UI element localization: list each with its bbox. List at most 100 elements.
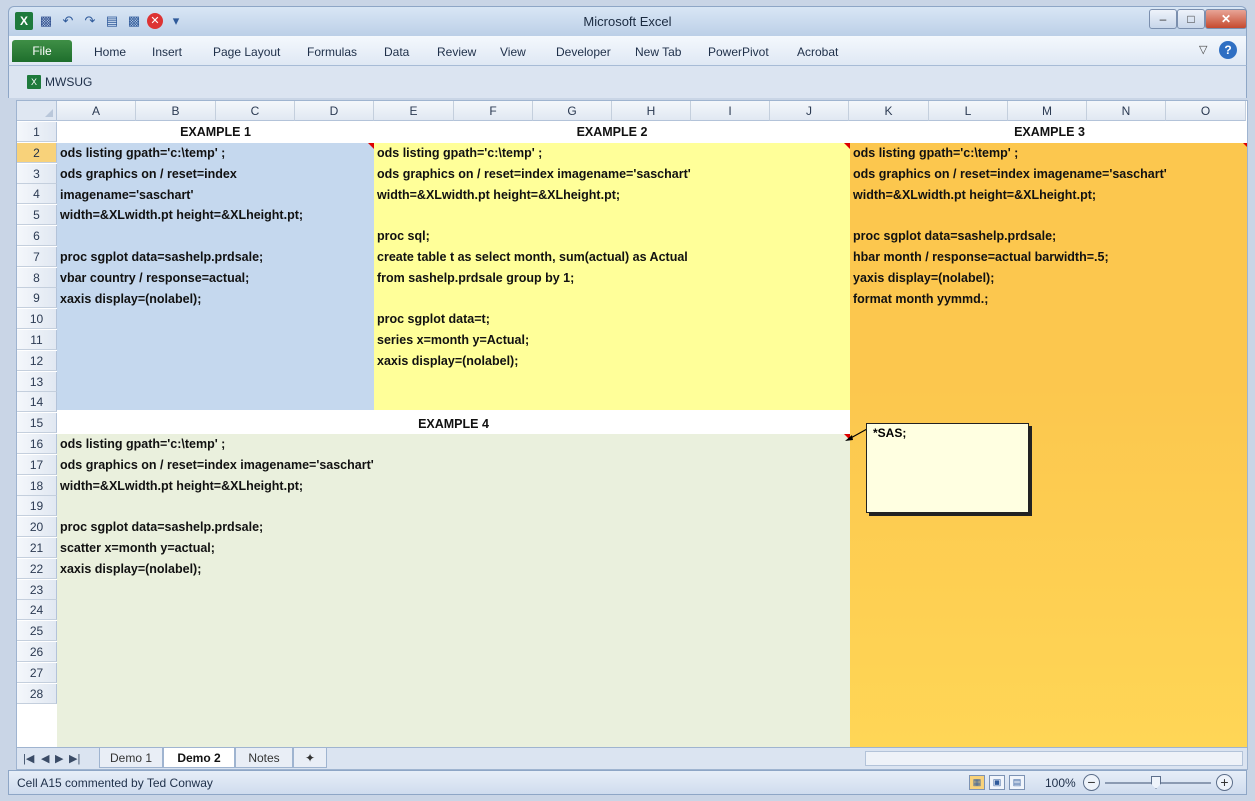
row-header-13[interactable]: 13 bbox=[17, 371, 57, 392]
row-header-9[interactable]: 9 bbox=[17, 288, 57, 309]
example2-code-line[interactable]: from sashelp.prdsale group by 1; bbox=[377, 268, 574, 288]
row-header-8[interactable]: 8 bbox=[17, 267, 57, 288]
example4-header[interactable]: EXAMPLE 4 bbox=[57, 414, 850, 434]
example4-code-line[interactable]: xaxis display=(nolabel); bbox=[60, 559, 201, 579]
row-header-20[interactable]: 20 bbox=[17, 517, 57, 538]
next-sheet-icon[interactable]: ▶ bbox=[55, 752, 63, 765]
row-header-28[interactable]: 28 bbox=[17, 683, 57, 704]
column-header-n[interactable]: N bbox=[1087, 101, 1166, 121]
row-header-23[interactable]: 23 bbox=[17, 579, 57, 600]
minimize-ribbon-icon[interactable]: ▽ bbox=[1199, 43, 1207, 56]
example1-code-line[interactable]: ods listing gpath='c:\temp' ; bbox=[60, 143, 225, 163]
row-header-1[interactable]: 1 bbox=[17, 122, 57, 142]
zoom-slider-thumb[interactable] bbox=[1151, 776, 1161, 789]
example4-code-line[interactable]: width=&XLwidth.pt height=&XLheight.pt; bbox=[60, 476, 303, 496]
example1-code-line[interactable]: vbar country / response=actual; bbox=[60, 268, 249, 288]
row-header-22[interactable]: 22 bbox=[17, 558, 57, 579]
row-header-25[interactable]: 25 bbox=[17, 621, 57, 642]
example1-code-line[interactable]: xaxis display=(nolabel); bbox=[60, 289, 201, 309]
column-header-h[interactable]: H bbox=[612, 101, 691, 121]
tab-view[interactable]: View bbox=[500, 45, 526, 59]
tab-data[interactable]: Data bbox=[384, 45, 409, 59]
column-header-e[interactable]: E bbox=[374, 101, 454, 121]
tab-formulas[interactable]: Formulas bbox=[307, 45, 357, 59]
example2-code-line[interactable]: create table t as select month, sum(actu… bbox=[377, 247, 688, 267]
example3-code-line[interactable]: width=&XLwidth.pt height=&XLheight.pt; bbox=[853, 185, 1096, 205]
column-header-f[interactable]: F bbox=[454, 101, 533, 121]
comment-box[interactable]: *SAS; bbox=[866, 423, 1029, 513]
tab-developer[interactable]: Developer bbox=[556, 45, 611, 59]
column-header-a[interactable]: A bbox=[57, 101, 136, 121]
page-break-view-icon[interactable]: ▤ bbox=[1009, 775, 1025, 790]
prev-sheet-icon[interactable]: ◀ bbox=[41, 752, 49, 765]
spreadsheet-grid[interactable]: EXAMPLE 1 ods listing gpath='c:\temp' ; o… bbox=[16, 100, 1248, 748]
column-header-d[interactable]: D bbox=[295, 101, 374, 121]
tab-insert[interactable]: Insert bbox=[152, 45, 182, 59]
example2-code-line[interactable]: ods graphics on / reset=index imagename=… bbox=[377, 164, 691, 184]
row-header-7[interactable]: 7 bbox=[17, 246, 57, 267]
example2-code-line[interactable]: proc sgplot data=t; bbox=[377, 309, 490, 329]
zoom-out-button[interactable]: − bbox=[1083, 774, 1100, 791]
example1-code-line[interactable]: imagename='saschart' bbox=[60, 185, 193, 205]
example2-code-line[interactable]: proc sql; bbox=[377, 226, 430, 246]
example3-code-line[interactable]: hbar month / response=actual barwidth=.5… bbox=[853, 247, 1109, 267]
column-header-o[interactable]: O bbox=[1166, 101, 1246, 121]
first-sheet-icon[interactable]: |◀ bbox=[23, 752, 34, 765]
example3-code-line[interactable]: ods graphics on / reset=index imagename=… bbox=[853, 164, 1167, 184]
row-header-26[interactable]: 26 bbox=[17, 642, 57, 662]
example4-code-line[interactable]: ods listing gpath='c:\temp' ; bbox=[60, 434, 225, 454]
row-header-18[interactable]: 18 bbox=[17, 475, 57, 496]
example2-code-line[interactable]: width=&XLwidth.pt height=&XLheight.pt; bbox=[377, 185, 620, 205]
column-header-c[interactable]: C bbox=[216, 101, 295, 121]
example2-code-line[interactable]: ods listing gpath='c:\temp' ; bbox=[377, 143, 542, 163]
column-header-k[interactable]: K bbox=[849, 101, 929, 121]
row-header-19[interactable]: 19 bbox=[17, 496, 57, 517]
column-header-g[interactable]: G bbox=[533, 101, 612, 121]
column-header-m[interactable]: M bbox=[1008, 101, 1087, 121]
example2-code-line[interactable]: series x=month y=Actual; bbox=[377, 330, 529, 350]
tab-new-tab[interactable]: New Tab bbox=[635, 45, 681, 59]
tab-acrobat[interactable]: Acrobat bbox=[797, 45, 838, 59]
row-header-15[interactable]: 15 bbox=[17, 413, 57, 434]
row-header-21[interactable]: 21 bbox=[17, 538, 57, 558]
row-header-10[interactable]: 10 bbox=[17, 309, 57, 330]
example1-header[interactable]: EXAMPLE 1 bbox=[57, 122, 374, 143]
column-header-l[interactable]: L bbox=[929, 101, 1008, 121]
sheet-tab-demo-1[interactable]: Demo 1 bbox=[99, 748, 163, 768]
normal-view-icon[interactable]: ▦ bbox=[969, 775, 985, 790]
page-layout-view-icon[interactable]: ▣ bbox=[989, 775, 1005, 790]
minimize-button[interactable]: – bbox=[1149, 9, 1177, 29]
tab-page-layout[interactable]: Page Layout bbox=[213, 45, 280, 59]
tab-file[interactable]: File bbox=[12, 40, 72, 62]
example4-code-line[interactable]: ods graphics on / reset=index imagename=… bbox=[60, 455, 374, 475]
row-header-12[interactable]: 12 bbox=[17, 350, 57, 371]
example4-code-line[interactable]: scatter x=month y=actual; bbox=[60, 538, 215, 558]
row-header-14[interactable]: 14 bbox=[17, 392, 57, 413]
row-header-4[interactable]: 4 bbox=[17, 184, 57, 205]
zoom-in-button[interactable]: + bbox=[1216, 774, 1233, 791]
last-sheet-icon[interactable]: ▶| bbox=[69, 752, 80, 765]
example1-code-line[interactable]: proc sgplot data=sashelp.prdsale; bbox=[60, 247, 263, 267]
example3-code-line[interactable]: format month yymmd.; bbox=[853, 289, 988, 309]
row-header-16[interactable]: 16 bbox=[17, 434, 57, 454]
row-header-2[interactable]: 2 bbox=[17, 142, 57, 163]
row-header-11[interactable]: 11 bbox=[17, 330, 57, 350]
tab-review[interactable]: Review bbox=[437, 45, 476, 59]
comment-indicator[interactable] bbox=[368, 143, 374, 149]
comment-indicator[interactable] bbox=[1243, 143, 1247, 149]
zoom-level[interactable]: 100% bbox=[1045, 776, 1076, 790]
example3-header[interactable]: EXAMPLE 3 bbox=[850, 122, 1247, 143]
insert-sheet-icon[interactable]: ✦ bbox=[293, 748, 327, 768]
tab-powerpivot[interactable]: PowerPivot bbox=[708, 45, 769, 59]
example1-code-line[interactable]: width=&XLwidth.pt height=&XLheight.pt; bbox=[60, 205, 303, 225]
row-header-24[interactable]: 24 bbox=[17, 600, 57, 621]
example2-header[interactable]: EXAMPLE 2 bbox=[374, 122, 850, 143]
example3-code-line[interactable]: ods listing gpath='c:\temp' ; bbox=[853, 143, 1018, 163]
help-icon[interactable]: ? bbox=[1219, 41, 1237, 59]
example2-code-line[interactable]: xaxis display=(nolabel); bbox=[377, 351, 518, 371]
column-header-j[interactable]: J bbox=[770, 101, 849, 121]
row-header-27[interactable]: 27 bbox=[17, 662, 57, 683]
close-button[interactable]: ✕ bbox=[1205, 9, 1247, 29]
example1-code-line[interactable]: ods graphics on / reset=index bbox=[60, 164, 237, 184]
tab-home[interactable]: Home bbox=[94, 45, 126, 59]
